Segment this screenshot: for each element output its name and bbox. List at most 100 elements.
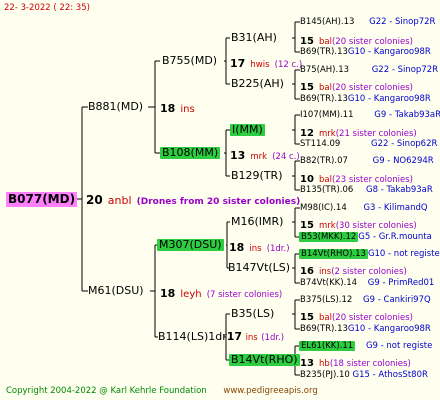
gen4-ref: G9 - Takab93aR (374, 110, 440, 120)
gen4-row[interactable]: EL61(KK).11 G9 - not registe (299, 341, 432, 351)
gen4-row[interactable]: B69(TR).13G10 - Kangaroo98R (300, 324, 431, 334)
b114-age: 17 (226, 330, 243, 343)
queen-b108[interactable]: B108(MM) (160, 147, 221, 159)
b114-type: ins (245, 333, 258, 343)
gen4-row[interactable]: B375(LS).12 G9 - Cankiri97Q (300, 295, 431, 305)
mother-queen[interactable]: M61(DSU) (88, 285, 144, 297)
gen4-ref: G22 - Sinop62R (371, 139, 438, 149)
gen4-name: I107(MM).11 (300, 110, 354, 120)
queen-b35[interactable]: B35(LS) (231, 308, 274, 320)
gen4-ref: G9 - Cankiri97Q (363, 295, 431, 305)
mother-info: 18 leyh (7 sister colonies) (160, 286, 282, 301)
root-info: 20 anbl (Drones from 20 sister colonies) (86, 193, 300, 208)
gen4-row[interactable]: B75(AH).13 G22 - Sinop72R (300, 65, 438, 75)
gen4-row[interactable]: B14Vt(RHO).13 G10 - not registe (299, 249, 440, 259)
b129-note: (23 sister colonies) (331, 175, 413, 185)
gen4-ref: G10 - Kangaroo98R (347, 94, 431, 104)
gen4-name: B69(TR).13 (300, 324, 348, 334)
gen4-ref: G9 - PrimRed01 (367, 278, 435, 288)
b755-info: 17 hwis (12 c.) (230, 56, 302, 71)
gen4-row[interactable]: B135(TR).06 G8 - Takab93aR (300, 185, 433, 195)
site-link[interactable]: www.pedigreeapis.org (223, 386, 317, 396)
queen-b14[interactable]: B14Vt(RHO) (229, 354, 300, 366)
b108-note: (24 c.) (272, 152, 300, 162)
b14-note: (18 sister colonies) (329, 359, 411, 369)
b35-note: (20 sister colonies) (331, 313, 413, 323)
queen-i1[interactable]: I(MM) (230, 124, 265, 136)
queen-b114[interactable]: B114(LS)1dr17 ins (1dr.) (158, 331, 284, 344)
b31-note: (20 sister colonies) (331, 37, 413, 47)
gen4-row[interactable]: B74Vt(KK).14 G9 - PrimRed01 (300, 278, 434, 288)
footer: Copyright 2004-2022 @ Karl Kehrle Founda… (6, 386, 318, 396)
gen4-ref: G10 - Kangaroo98R (347, 47, 431, 57)
queen-b755[interactable]: B755(MD) (162, 55, 217, 67)
b14-age: 13 (300, 358, 314, 369)
queen-m16[interactable]: M16(IMR) (231, 216, 283, 228)
gen4-name: ST114.09 (300, 139, 341, 149)
root-queen[interactable]: B077(MD) (6, 192, 78, 207)
b225-info: 15 bal(20 sister colonies) (300, 79, 413, 94)
i1-info: 12 mrk(21 sister colonies) (300, 125, 417, 140)
queen-b147[interactable]: B147Vt(LS) (228, 262, 290, 274)
father-info: 18 ins (160, 101, 195, 116)
b129-type: bal (319, 175, 332, 185)
gen4-ref: G22 - Sinop72R (369, 17, 436, 27)
b147-info: 16 ins(2 sister colonies) (300, 263, 407, 278)
gen4-row[interactable]: B53(MKK).12 G5 - Gr.R.mounta (299, 232, 432, 242)
gen4-ref: G5 - Gr.R.mounta (358, 232, 432, 242)
gen4-row[interactable]: I107(MM).11 G9 - Takab93aR (300, 110, 440, 120)
m16-note: (30 sister colonies) (335, 221, 417, 231)
b755-type: hwis (250, 60, 270, 70)
mother-type: leyh (180, 289, 202, 300)
b114-name: B114(LS)1dr (158, 330, 227, 343)
b147-type: ins (319, 267, 332, 277)
gen4-row[interactable]: B82(TR).07 G9 - NO6294R (300, 156, 434, 166)
queen-b31[interactable]: B31(AH) (231, 32, 277, 44)
b35-info: 15 bal(20 sister colonies) (300, 309, 413, 324)
gen4-ref: G10 - not registe (367, 249, 440, 259)
gen4-row[interactable]: M98(IC).14 G3 - KilimandQ (300, 203, 428, 213)
report-date: 22- 3-2022 ( 22: 35) (4, 3, 90, 13)
gen4-ref: G10 - Kangaroo98R (347, 324, 431, 334)
gen4-name: B14Vt(RHO).13 (299, 249, 368, 259)
b129-age: 10 (300, 174, 314, 185)
pedigree-canvas: 22- 3-2022 ( 22: 35) B077(MD) 20 anbl (D… (0, 0, 440, 400)
queen-b129[interactable]: B129(TR) (231, 170, 283, 182)
gen4-name: B82(TR).07 (300, 156, 348, 166)
b31-info: 15 bal(20 sister colonies) (300, 33, 413, 48)
m16-info: 15 mrk(30 sister colonies) (300, 217, 417, 232)
gen4-row[interactable]: B235(PJ).10 G15 - AthosSt80R (300, 370, 428, 380)
gen4-row[interactable]: B69(TR).13G10 - Kangaroo98R (300, 47, 431, 57)
i1-type: mrk (319, 129, 336, 139)
gen4-name: B235(PJ).10 (300, 370, 350, 380)
root-drone-note: (Drones from 20 sister colonies) (136, 197, 301, 207)
b129-info: 10 bal(23 sister colonies) (300, 171, 413, 186)
mother-age: 18 (160, 287, 176, 300)
b31-age: 15 (300, 36, 314, 47)
queen-b225[interactable]: B225(AH) (231, 78, 284, 90)
gen4-ref: G9 - NO6294R (372, 156, 434, 166)
gen4-name: B375(LS).12 (300, 295, 353, 305)
b755-note: (12 c.) (274, 60, 303, 70)
b147-age: 16 (300, 266, 314, 277)
gen4-name: B145(AH).13 (300, 17, 355, 27)
gen4-name: EL61(KK).11 (299, 341, 356, 351)
b225-note: (20 sister colonies) (331, 83, 413, 93)
father-queen[interactable]: B881(MD) (88, 101, 143, 113)
gen4-name: M98(IC).14 (300, 203, 347, 213)
b225-age: 15 (300, 82, 314, 93)
b35-age: 15 (300, 312, 314, 323)
queen-m307[interactable]: M307(DSU) (157, 239, 224, 251)
i1-age: 12 (300, 128, 314, 139)
b108-type: mrk (250, 152, 268, 162)
b147-note: (2 sister colonies) (331, 267, 407, 277)
gen4-row[interactable]: B145(AH).13 G22 - Sinop72R (300, 17, 435, 27)
gen4-row[interactable]: ST114.09 G22 - Sinop62R (300, 139, 437, 149)
gen4-row[interactable]: B69(TR).13G10 - Kangaroo98R (300, 94, 431, 104)
m16-type: mrk (319, 221, 336, 231)
b114-note: (1dr.) (261, 333, 285, 343)
gen4-ref: G22 - Sinop72R (371, 65, 439, 75)
i1-note: (21 sister colonies) (335, 129, 417, 139)
b108-info: 13 mrk (24 c.) (230, 148, 300, 163)
m16-age: 15 (300, 220, 314, 231)
